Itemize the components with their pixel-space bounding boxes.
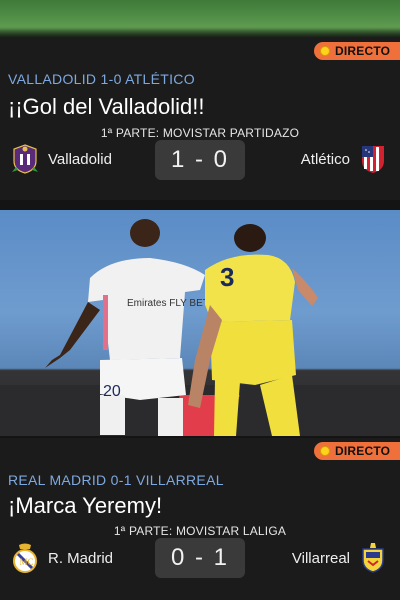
away-team-name: Villarreal — [291, 549, 350, 567]
away-team[interactable]: Atlético — [301, 143, 388, 175]
valladolid-crest-icon — [12, 144, 38, 174]
score-box: 1 - 0 — [155, 140, 245, 180]
players-illustration: Emirates FLY BETTER 20 3 — [0, 219, 400, 436]
real-madrid-crest-icon: MC — [13, 543, 37, 573]
live-label: DIRECTO — [335, 44, 391, 58]
home-team[interactable]: MC R. Madrid — [10, 542, 113, 574]
home-team[interactable]: Valladolid — [10, 143, 112, 175]
match-title: VALLADOLID 1-0 ATLÉTICO — [8, 71, 195, 87]
live-badge: DIRECTO — [314, 42, 400, 60]
away-team-name: Atlético — [300, 150, 350, 168]
yellow-jersey-number: 3 — [220, 262, 234, 292]
headline: ¡Marca Yeremy! — [8, 493, 163, 518]
match-subtitle: 1ª PARTE: MOVISTAR PARTIDAZO — [100, 126, 300, 140]
match-subtitle: 1ª PARTE: MOVISTAR LALIGA — [113, 524, 287, 538]
live-badge: DIRECTO — [314, 442, 400, 460]
live-dot-icon — [320, 46, 330, 56]
match-card-realmadrid-villarreal[interactable]: DIRECTO REAL MADRID 0-1 VILLARREAL ¡Marc… — [0, 438, 400, 600]
live-label: DIRECTO — [335, 444, 391, 458]
atletico-crest-icon — [362, 146, 384, 173]
villarreal-crest-icon — [362, 543, 384, 573]
match-card-valladolid-atletico[interactable]: DIRECTO VALLADOLID 1-0 ATLÉTICO ¡¡Gol de… — [0, 38, 400, 200]
headline: ¡¡Gol del Valladolid!! — [8, 94, 205, 119]
top-news-photo[interactable] — [0, 0, 400, 38]
score-box: 0 - 1 — [155, 538, 245, 578]
home-team-name: R. Madrid — [48, 549, 114, 567]
match-title: REAL MADRID 0-1 VILLARREAL — [8, 472, 224, 488]
match-photo[interactable]: Emirates FLY BETTER 20 3 — [0, 210, 400, 436]
white-jersey-number: 20 — [103, 383, 121, 400]
live-dot-icon — [320, 446, 330, 456]
away-team[interactable]: Villarreal — [292, 542, 388, 574]
svg-text:MC: MC — [20, 557, 34, 567]
home-team-name: Valladolid — [48, 150, 112, 168]
